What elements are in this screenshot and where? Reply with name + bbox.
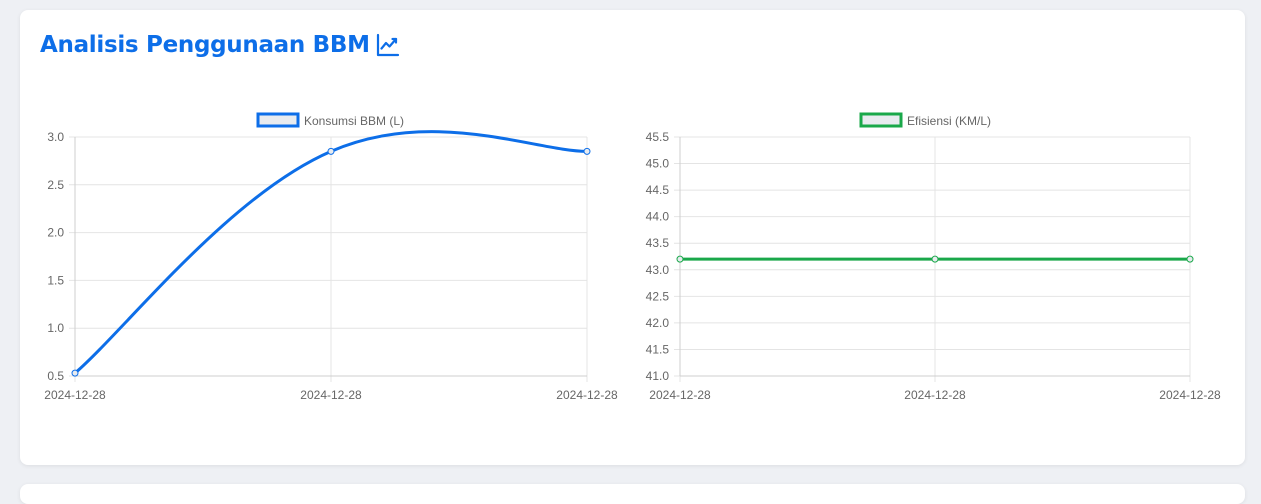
x-tick-label: 2024-12-28	[904, 388, 966, 402]
fuel-efficiency-chart: 45.5 45.0 44.5 44.0 43.5 43.0 42.5 42.0 41.5 41.0…	[646, 112, 1221, 402]
y-tick-label: 41.5	[646, 342, 670, 356]
y-tick-label: 44.0	[646, 210, 670, 224]
y-tick-label: 42.5	[646, 289, 670, 303]
next-card	[20, 484, 1245, 504]
x-tick-label: 2024-12-28	[1159, 388, 1221, 402]
y-tick-label: 41.0	[646, 369, 670, 383]
data-point	[1186, 255, 1194, 263]
y-tick-label: 45.0	[646, 157, 670, 171]
data-point	[931, 255, 939, 263]
y-tick-label: 42.0	[646, 316, 670, 330]
x-tick-label: 2024-12-28	[649, 388, 711, 402]
y-tick-label: 44.5	[646, 183, 670, 197]
y-tick-label: 43.5	[646, 236, 670, 250]
legend-label: Efisiensi (KM/L)	[907, 114, 991, 128]
y-tick-label: 43.0	[646, 263, 670, 277]
y-tick-label: 45.5	[646, 130, 670, 144]
data-point	[676, 255, 684, 263]
legend-swatch	[859, 112, 903, 128]
